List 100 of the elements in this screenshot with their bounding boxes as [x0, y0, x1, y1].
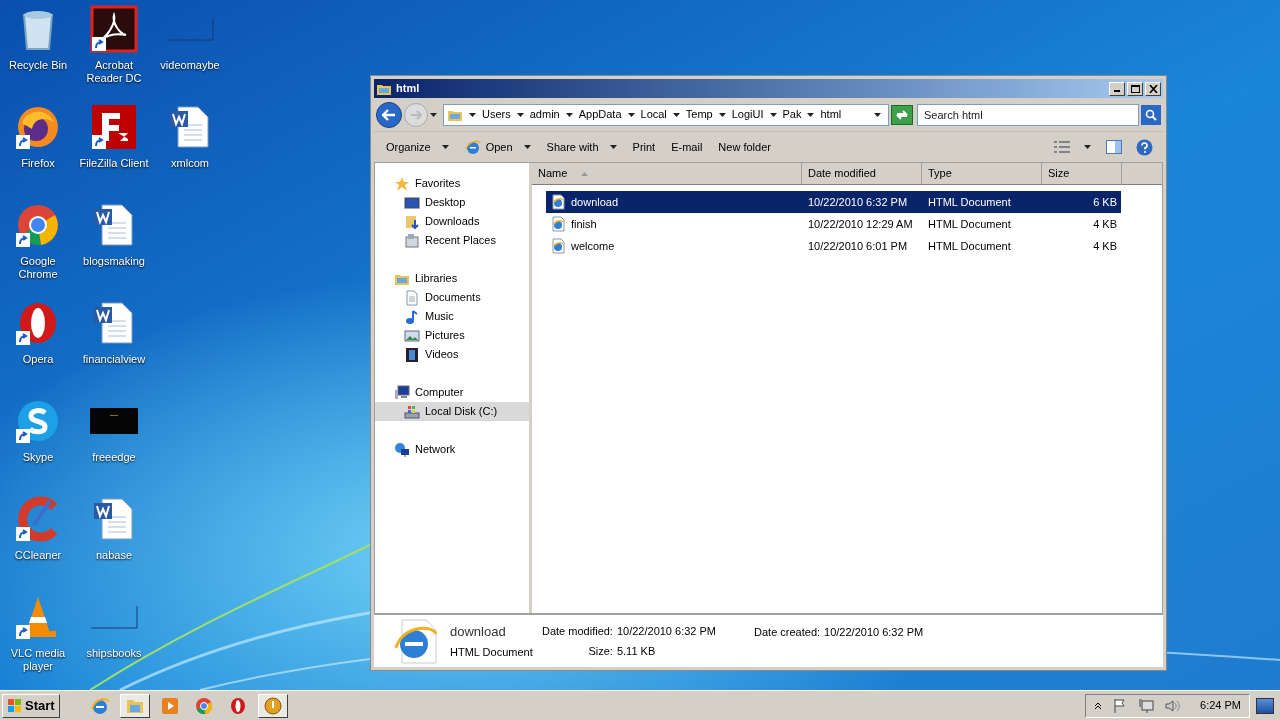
caret-icon: [523, 145, 531, 149]
icon-label: shipsbooks: [86, 647, 142, 660]
start-button[interactable]: Start: [2, 693, 60, 718]
breadcrumb[interactable]: Temp: [685, 106, 713, 123]
toolbar-button[interactable]: Share with: [540, 135, 623, 159]
desktop-icon[interactable]: Recycle Bin: [0, 5, 76, 103]
nav-item[interactable]: Network: [375, 440, 529, 459]
icon-label: CCleaner: [14, 549, 62, 562]
detail-value: 10/22/2010 6:32 PM: [616, 623, 716, 639]
column-header[interactable]: Date modified: [802, 163, 922, 185]
show-desktop-button[interactable]: [1256, 697, 1274, 714]
chevron-up-icon[interactable]: [1094, 701, 1103, 710]
search-icon[interactable]: [1141, 104, 1161, 125]
desktop-icon[interactable]: Opera: [0, 299, 76, 397]
desktop-icon[interactable]: Google Chrome: [0, 201, 76, 299]
desktop-icon[interactable]: financialview: [76, 299, 152, 397]
desktop-icon[interactable]: CCleaner: [0, 495, 76, 593]
breadcrumb[interactable]: AppData: [578, 106, 622, 123]
ie-icon: [89, 695, 110, 716]
nav-item[interactable]: Music: [375, 307, 529, 326]
desktop-icon[interactable]: Firefox: [0, 103, 76, 201]
nav-label: Downloads: [425, 214, 480, 230]
breadcrumb[interactable]: Local: [640, 106, 667, 123]
nav-item[interactable]: Favorites: [375, 174, 529, 193]
file-type: HTML Document: [927, 216, 1012, 232]
address-bar[interactable]: Users admin AppData Local Temp LogiUI Pak html: [443, 103, 889, 126]
icon-label: financialview: [82, 353, 146, 366]
breadcrumb[interactable]: admin: [529, 106, 560, 123]
nav-item[interactable]: Pictures: [375, 326, 529, 345]
file-row[interactable]: finish 10/22/2010 12:29 AM HTML Document 4 KB: [546, 213, 1121, 235]
icon-label: Recycle Bin: [8, 59, 68, 72]
caret-icon: [769, 112, 777, 117]
caret-icon: [430, 112, 437, 117]
toolbar-button[interactable]: Print: [626, 135, 662, 159]
shortcut-arrow-icon: [16, 527, 30, 541]
back-arrow-icon: [382, 108, 396, 121]
column-header[interactable]: Type: [922, 163, 1042, 185]
breadcrumb[interactable]: Pak: [782, 106, 802, 123]
nav-item[interactable]: Downloads: [375, 212, 529, 231]
shortcut-arrow-icon: [16, 331, 30, 345]
icon-label: freeedge: [92, 451, 136, 464]
nav-label: Videos: [425, 347, 459, 363]
window-title: html: [396, 81, 421, 97]
desktop-icon[interactable]: VLC media player: [0, 593, 76, 691]
nav-label: Favorites: [415, 176, 461, 192]
icon-label: xmlcom: [171, 157, 209, 170]
search-field[interactable]: Search html: [917, 103, 1139, 126]
breadcrumb[interactable]: html: [820, 106, 842, 123]
desktop-icon[interactable]: Skype: [0, 397, 76, 495]
caret-icon: [516, 112, 524, 117]
detail-label: Size:: [587, 644, 613, 659]
nav-item[interactable]: Local Disk (C:): [375, 402, 529, 421]
file-row[interactable]: download 10/22/2010 6:32 PM HTML Document 6 KB: [546, 191, 1121, 213]
music-icon: [404, 308, 420, 325]
icon-label: Skype: [22, 451, 54, 464]
back-button[interactable]: [376, 101, 402, 128]
breadcrumb[interactable]: Users: [482, 106, 511, 123]
nav-item[interactable]: Computer: [375, 383, 529, 402]
icon-label: Acrobat Reader DC: [85, 59, 143, 85]
minimize-icon: [1114, 90, 1120, 92]
caret-icon: [609, 145, 617, 149]
desktop-icon[interactable]: Acrobat Reader DC: [76, 5, 152, 103]
close-button[interactable]: [1145, 81, 1161, 96]
shortcut-arrow-icon: [16, 625, 30, 639]
column-header[interactable]: Size: [1042, 163, 1122, 185]
desktop-icon[interactable]: FileZilla Client: [76, 103, 152, 201]
file-row[interactable]: welcome 10/22/2010 6:01 PM HTML Document 4 KB: [546, 235, 1121, 257]
desktop-icon[interactable]: videomaybe: [152, 5, 228, 103]
refresh-button[interactable]: [891, 104, 913, 125]
document-icon: [404, 289, 420, 306]
nav-item[interactable]: Documents: [375, 288, 529, 307]
detail-label: Date modified:: [542, 623, 613, 639]
network-icon[interactable]: [1138, 697, 1155, 714]
minimize-button[interactable]: [1109, 81, 1125, 96]
toolbar-button[interactable]: New folder: [712, 135, 777, 159]
toolbar-button[interactable]: Open: [458, 135, 537, 159]
maximize-button[interactable]: [1127, 81, 1143, 96]
nav-item[interactable]: Desktop: [375, 193, 529, 212]
clock[interactable]: 6:24 PM: [1200, 697, 1241, 714]
taskbar-button[interactable]: [119, 693, 150, 718]
column-header[interactable]: Name: [532, 163, 802, 185]
nav-item[interactable]: Videos: [375, 345, 529, 364]
icon-label: Opera: [22, 353, 54, 366]
speaker-icon[interactable]: [1164, 697, 1181, 714]
pictures-icon: [404, 327, 420, 344]
breadcrumb[interactable]: LogiUI: [731, 106, 764, 123]
icon-label: FileZilla Client: [79, 157, 149, 170]
detail-name: download: [450, 623, 507, 641]
desktop-icon[interactable]: xmlcom: [152, 103, 228, 201]
nav-item[interactable]: Recent Places: [375, 231, 529, 250]
recent-icon: [404, 232, 420, 249]
desktop-icon[interactable]: freeedge: [76, 397, 152, 495]
desktop-icon[interactable]: blogsmaking: [76, 201, 152, 299]
taskbar-button[interactable]: [257, 693, 288, 718]
toolbar-button[interactable]: Organize: [380, 135, 455, 159]
nav-item[interactable]: Libraries: [375, 269, 529, 288]
toolbar-button[interactable]: E-mail: [665, 135, 709, 159]
nav-label: Pictures: [425, 328, 465, 344]
nav-label: Computer: [415, 385, 464, 401]
icon-label: Firefox: [21, 157, 55, 170]
